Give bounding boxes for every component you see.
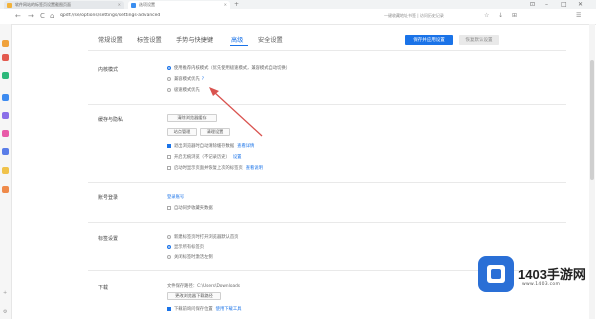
watermark-logo-icon [478, 256, 514, 292]
watermark-url: www.1403.com [522, 282, 561, 287]
site-watermark: 1403手游网 www.1403.com [478, 256, 592, 296]
scrollbar-thumb[interactable] [590, 60, 594, 180]
watermark-title: 1403手游网 [518, 267, 586, 282]
